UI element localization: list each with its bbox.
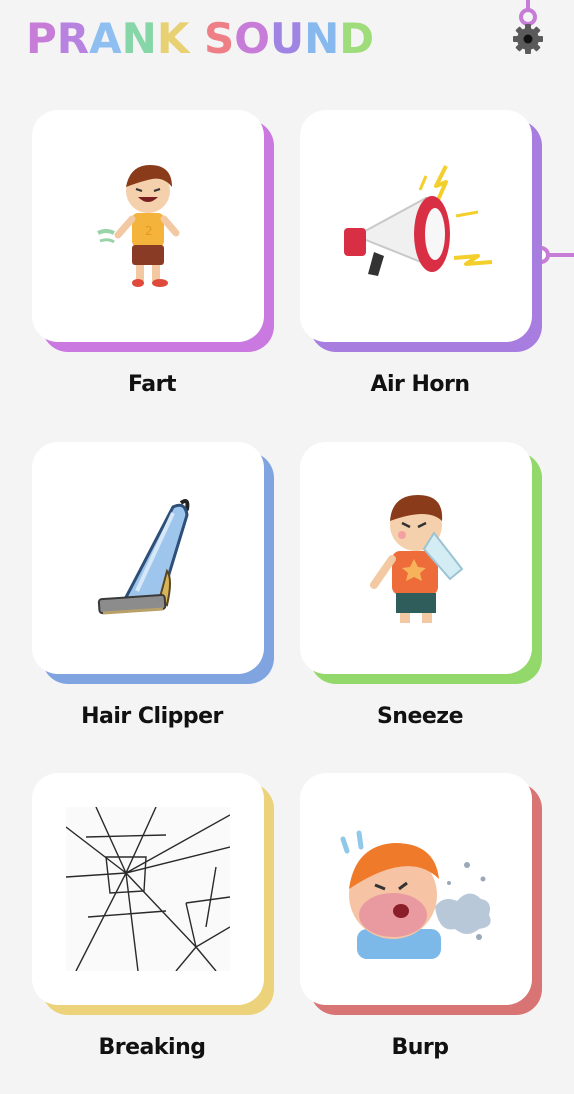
title-letter bbox=[189, 14, 204, 64]
sound-card-hair-clipper[interactable] bbox=[32, 442, 274, 684]
svg-text:2: 2 bbox=[145, 224, 153, 238]
megaphone-icon bbox=[344, 165, 493, 276]
sound-label-hair-clipper: Hair Clipper bbox=[81, 704, 223, 729]
card-face bbox=[300, 442, 532, 674]
card-face bbox=[32, 442, 264, 674]
title-letter: O bbox=[234, 14, 270, 63]
card-face bbox=[300, 110, 532, 342]
app-title: PRANK SOUND bbox=[26, 14, 374, 64]
card-face bbox=[32, 773, 264, 1005]
sound-card-burp[interactable] bbox=[300, 773, 542, 1015]
sound-label-breaking: Breaking bbox=[98, 1035, 206, 1060]
broken-glass-icon bbox=[66, 807, 230, 971]
title-letter: N bbox=[304, 14, 340, 63]
sound-card-breaking[interactable] bbox=[32, 773, 274, 1015]
card-face: 2 bbox=[32, 110, 264, 342]
title-letter: K bbox=[156, 14, 190, 63]
card-face bbox=[300, 773, 532, 1005]
settings-button[interactable] bbox=[511, 22, 545, 56]
sound-label-fart: Fart bbox=[128, 372, 176, 397]
sound-label-burp: Burp bbox=[391, 1035, 449, 1060]
sound-card-fart[interactable]: 2 bbox=[32, 110, 274, 352]
gear-icon bbox=[513, 24, 543, 54]
title-letter: S bbox=[203, 14, 235, 63]
boy-burp-icon bbox=[340, 830, 491, 959]
title-letter: D bbox=[339, 14, 375, 63]
boy-fart-icon: 2 bbox=[97, 165, 180, 287]
sound-card-air-horn[interactable] bbox=[300, 110, 542, 352]
sound-label-air-horn: Air Horn bbox=[370, 372, 470, 397]
hair-clipper-icon bbox=[97, 499, 190, 615]
sound-card-sneeze[interactable] bbox=[300, 442, 542, 684]
title-letter: P bbox=[26, 14, 57, 63]
title-letter: A bbox=[89, 14, 122, 63]
title-letter: U bbox=[269, 14, 305, 63]
sound-label-sneeze: Sneeze bbox=[376, 704, 464, 729]
boy-sneeze-icon bbox=[370, 495, 464, 623]
title-letter: R bbox=[56, 14, 90, 63]
title-letter: N bbox=[121, 14, 157, 63]
